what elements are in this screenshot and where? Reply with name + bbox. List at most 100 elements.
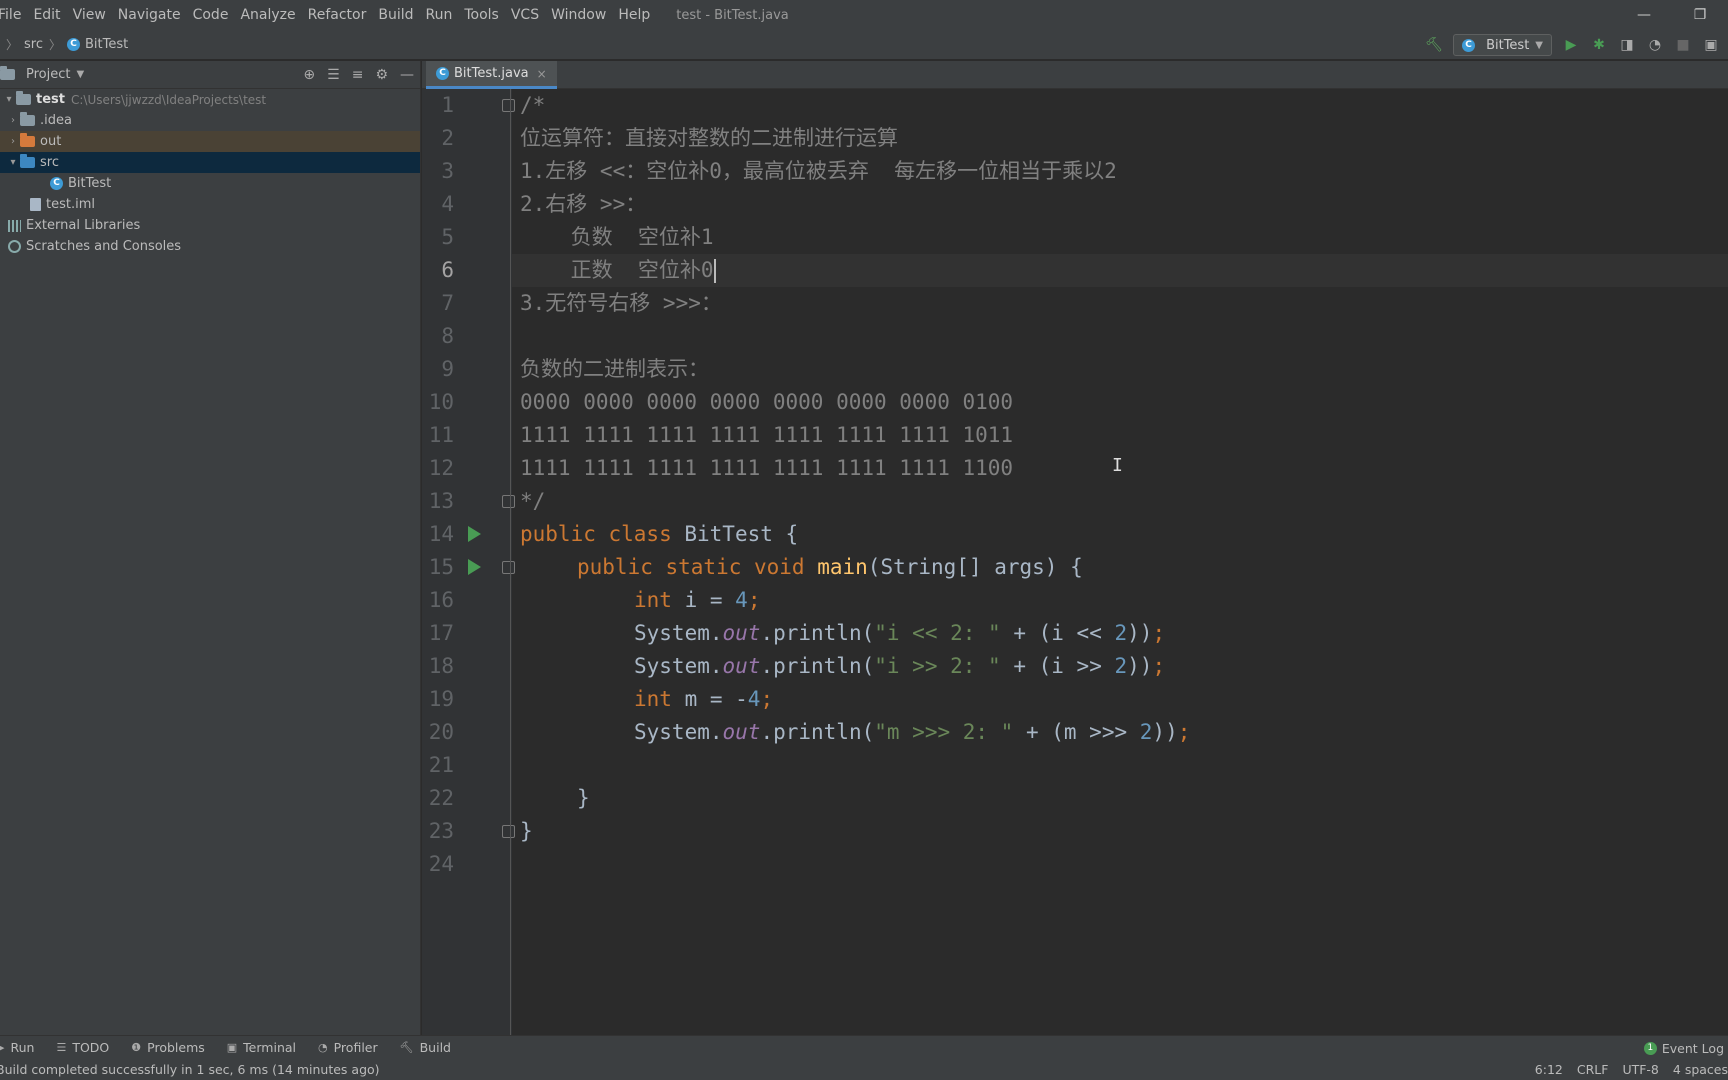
project-icon <box>0 66 15 80</box>
chevron-right-icon[interactable]: › <box>6 136 20 147</box>
minimize-button[interactable]: — <box>1616 0 1672 30</box>
chevron-down-icon[interactable]: ▾ <box>2 94 16 105</box>
breadcrumb-src[interactable]: src <box>24 37 43 52</box>
run-main-icon[interactable] <box>468 559 481 575</box>
gear-icon[interactable]: ⚙ <box>375 67 388 83</box>
window-title: test - BitTest.java <box>676 7 789 23</box>
tree-item-test[interactable]: ▾ test C:\Users\jjwzzd\IdeaProjects\test <box>0 89 420 110</box>
code-line: 1111 1111 1111 1111 1111 1111 1111 1011 <box>520 423 1014 447</box>
fold-icon[interactable] <box>502 99 515 112</box>
collapse-all-icon[interactable]: ≡ <box>352 67 364 83</box>
fold-icon[interactable] <box>502 495 515 508</box>
number-literal: 4 <box>747 687 761 711</box>
gutter-divider <box>510 89 511 1035</box>
menu-tools[interactable]: Tools <box>458 0 505 30</box>
project-panel-header: Project ▼ ⊕ ☰ ≡ ⚙ — <box>0 61 420 89</box>
tree-item-bittest[interactable]: C BitTest <box>0 173 420 194</box>
code-line: System.out.println("i >> 2: " + (i >> 2)… <box>634 650 1165 683</box>
close-icon[interactable]: × <box>537 67 547 81</box>
breadcrumb: 〉 src 〉 C BitTest <box>0 36 128 53</box>
indent-setting[interactable]: 4 spaces <box>1673 1062 1728 1077</box>
menu-analyze[interactable]: Analyze <box>234 0 301 30</box>
tree-item-external-libraries[interactable]: External Libraries <box>0 215 420 236</box>
tree-item-test-iml[interactable]: test.iml <box>0 194 420 215</box>
code-line: System.out.println("i << 2: " + (i << 2)… <box>634 617 1165 650</box>
scratches-icon <box>8 240 21 253</box>
tree-item-idea[interactable]: › .idea <box>0 110 420 131</box>
chevron-down-icon[interactable]: ▾ <box>6 157 20 168</box>
chevron-right-icon: 〉 <box>49 38 62 52</box>
hide-icon[interactable]: — <box>400 67 414 83</box>
tree-item-scratches[interactable]: Scratches and Consoles <box>0 236 420 257</box>
run-config-selector[interactable]: C BitTest ▼ <box>1453 34 1552 56</box>
code-text: )) <box>1127 621 1153 645</box>
project-structure-icon[interactable]: ▣ <box>1702 36 1720 54</box>
line-number: 12 <box>428 456 454 480</box>
menu-window[interactable]: Window <box>545 0 612 30</box>
coverage-icon[interactable]: ◨ <box>1618 36 1636 54</box>
menu-file[interactable]: File <box>0 0 27 30</box>
method-name: main <box>817 555 868 579</box>
code-line: int i = 4; <box>634 584 760 617</box>
menu-run[interactable]: Run <box>420 0 459 30</box>
keyword: int <box>634 588 685 612</box>
event-log-label: Event Log <box>1661 1040 1724 1056</box>
menu-help[interactable]: Help <box>612 0 656 30</box>
tool-tab-problems[interactable]: ❶ Problems <box>131 1040 205 1055</box>
code-text: )) <box>1152 720 1178 744</box>
chevron-right-icon[interactable]: › <box>6 115 20 126</box>
tool-tab-profiler[interactable]: ◔ Profiler <box>318 1040 378 1055</box>
menu-view[interactable]: View <box>67 0 112 30</box>
tool-tab-label: Profiler <box>333 1040 378 1055</box>
tool-tab-todo[interactable]: ☰ TODO <box>56 1040 109 1055</box>
run-class-icon[interactable] <box>468 526 481 542</box>
code-line: } <box>520 819 533 843</box>
line-number: 23 <box>428 819 454 843</box>
event-log-button[interactable]: 1 Event Log <box>1643 1036 1724 1060</box>
menu-edit[interactable]: Edit <box>27 0 66 30</box>
tree-item-label: src <box>40 155 59 170</box>
tool-tab-label: Terminal <box>243 1040 296 1055</box>
status-message[interactable]: Build completed successfully in 1 sec, 6… <box>0 1062 380 1077</box>
code-line: /* <box>520 93 546 117</box>
tab-bittest-java[interactable]: C BitTest.java × <box>426 61 557 89</box>
code-line: 0000 0000 0000 0000 0000 0000 0000 0100 <box>520 390 1014 414</box>
status-widgets: 6:12 CRLF UTF-8 4 spaces <box>1535 1059 1728 1080</box>
tool-tab-run[interactable]: ▶ Run <box>0 1040 34 1055</box>
project-view-selector[interactable]: Project ▼ <box>0 66 85 82</box>
source-folder-icon <box>20 154 35 168</box>
terminal-icon: ▣ <box>226 1041 238 1054</box>
line-separator[interactable]: CRLF <box>1577 1062 1609 1077</box>
file-encoding[interactable]: UTF-8 <box>1622 1062 1658 1077</box>
tool-tab-build[interactable]: 🔨︎ Build <box>400 1040 451 1055</box>
menu-code[interactable]: Code <box>187 0 235 30</box>
profile-icon[interactable]: ◔ <box>1646 36 1664 54</box>
run-icon[interactable]: ▶ <box>1562 36 1580 54</box>
library-icon <box>8 219 21 232</box>
hammer-icon[interactable]: 🔨︎ <box>1425 36 1443 54</box>
number-literal: 4 <box>735 588 748 612</box>
menu-build[interactable]: Build <box>372 0 419 30</box>
menu-vcs[interactable]: VCS <box>505 0 545 30</box>
expand-all-icon[interactable]: ☰ <box>327 67 340 83</box>
code-line: public class BitTest { <box>520 518 798 551</box>
run-icon: ▶ <box>0 1041 5 1054</box>
code-line: System.out.println("m >>> 2: " + (m >>> … <box>634 716 1190 749</box>
restore-button[interactable]: ❐ <box>1672 0 1728 30</box>
fold-icon[interactable] <box>502 561 515 574</box>
menu-refactor[interactable]: Refactor <box>302 0 373 30</box>
tool-tab-terminal[interactable]: ▣ Terminal <box>227 1040 296 1055</box>
locate-icon[interactable]: ⊕ <box>303 67 315 83</box>
fold-icon[interactable] <box>502 825 515 838</box>
tab-label: BitTest.java <box>454 66 529 81</box>
stop-icon[interactable]: ■ <box>1674 36 1692 54</box>
tree-item-src[interactable]: ▾ src <box>0 152 420 173</box>
chevron-down-icon: ▼ <box>76 69 85 80</box>
caret-position[interactable]: 6:12 <box>1535 1062 1563 1077</box>
menu-navigate[interactable]: Navigate <box>112 0 187 30</box>
debug-icon[interactable]: ✱ <box>1590 36 1608 54</box>
tree-item-label: BitTest <box>68 176 112 191</box>
breadcrumb-bittest[interactable]: BitTest <box>85 37 128 52</box>
tree-item-out[interactable]: › out <box>0 131 420 152</box>
code-editor[interactable]: 1 2 3 4 5 6 7 8 9 10 11 12 13 14 15 16 1… <box>422 89 1728 1035</box>
